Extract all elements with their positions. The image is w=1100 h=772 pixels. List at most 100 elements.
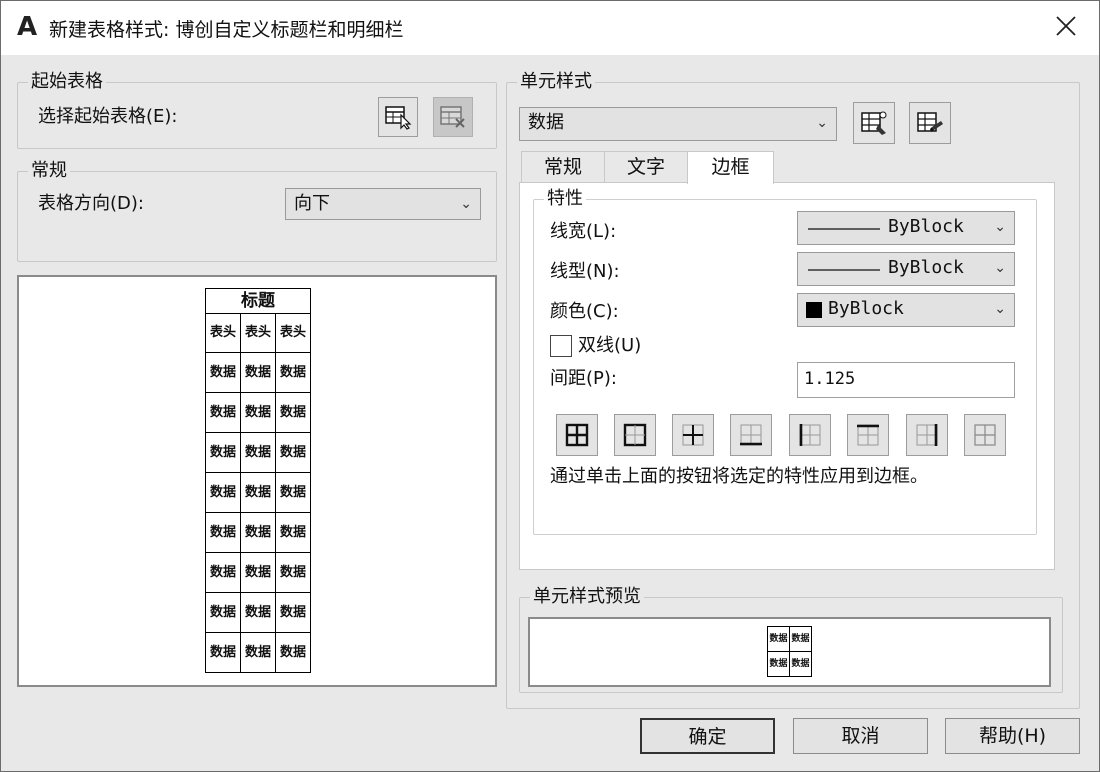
table-direction-value: 向下 <box>294 193 330 214</box>
general-group-label: 常规 <box>28 159 70 183</box>
lineweight-select[interactable]: ByBlock ⌄ <box>797 211 1015 245</box>
new-cell-style-icon <box>861 111 887 135</box>
data-cell: 数据 <box>205 392 241 433</box>
tab-text[interactable]: 文字 <box>604 151 688 183</box>
color-swatch <box>806 302 822 318</box>
linetype-value: ByBlock <box>888 257 964 278</box>
data-cell: 数据 <box>240 392 276 433</box>
manage-cell-styles-icon <box>917 112 943 132</box>
data-cell: 数据 <box>205 472 241 513</box>
start-table-group-label: 起始表格 <box>28 70 106 94</box>
autocad-app-icon: A <box>17 12 38 42</box>
close-icon <box>1056 16 1076 36</box>
color-select[interactable]: ByBlock ⌄ <box>797 293 1015 327</box>
remove-start-table-button[interactable] <box>433 97 473 137</box>
left-border-icon <box>799 424 821 446</box>
manage-cell-styles-button[interactable] <box>909 102 951 144</box>
table-preview-data-rows: 数据 数据 数据 数据 数据 数据 数据 数据 数据 数据 数据 数据 数据 数据 数据 数据 数据 数据 数据 数据… <box>205 352 311 673</box>
select-table-icon <box>385 106 412 130</box>
cell-style-group-label: 单元样式 <box>517 70 595 94</box>
table-preview-grid: 标题 表头 表头 表头 数据 数据 数据 数据 数据 数据 数据 数据 数据 数据 数据 数据 数据 数据… <box>205 288 311 673</box>
table-direction-select[interactable]: 向下 ⌄ <box>285 188 481 220</box>
tab-label: 常规 <box>543 156 582 178</box>
create-cell-style-button[interactable] <box>853 102 895 144</box>
cell-style-value: 数据 <box>528 112 564 133</box>
no-border-button[interactable] <box>964 414 1006 456</box>
inside-borders-button[interactable] <box>672 414 714 456</box>
no-border-icon <box>974 424 996 446</box>
data-cell: 数据 <box>275 632 311 673</box>
tab-border[interactable]: 边框 <box>687 151 774 184</box>
table-preview: 标题 表头 表头 表头 数据 数据 数据 数据 数据 数据 数据 数据 数据 数据 数据 数据 数据 数据… <box>17 275 497 687</box>
data-cell: 数据 <box>205 552 241 593</box>
right-border-button[interactable] <box>906 414 948 456</box>
lineweight-label: 线宽(L): <box>550 221 617 242</box>
spacing-value: 1.125 <box>804 369 856 389</box>
data-cell: 数据 <box>275 552 311 593</box>
table-preview-data-row: 数据 数据 数据 <box>205 432 311 473</box>
tab-general[interactable]: 常规 <box>521 151 605 183</box>
table-preview-data-row: 数据 数据 数据 <box>205 592 311 633</box>
data-cell: 数据 <box>205 352 241 393</box>
data-cell: 数据 <box>240 432 276 473</box>
lineweight-value: ByBlock <box>888 216 964 237</box>
cell-style-preview-grid: 数据 数据 数据 数据 <box>767 626 812 677</box>
table-preview-header-row: 表头 表头 表头 <box>205 313 311 353</box>
data-cell: 数据 <box>240 552 276 593</box>
select-start-table-label: 选择起始表格(E): <box>38 106 178 127</box>
line-sample-icon <box>808 269 880 271</box>
cancel-button[interactable]: 取消 <box>793 718 928 754</box>
data-cell: 数据 <box>205 512 241 553</box>
preview-cell: 数据 <box>767 651 790 677</box>
data-cell: 数据 <box>240 512 276 553</box>
inside-borders-icon <box>682 424 704 446</box>
all-borders-icon <box>565 423 589 447</box>
close-button[interactable] <box>1051 11 1081 41</box>
chevron-down-icon: ⌄ <box>460 196 472 212</box>
outside-borders-button[interactable] <box>614 414 656 456</box>
table-preview-data-row: 数据 数据 数据 <box>205 352 311 393</box>
all-borders-button[interactable] <box>556 414 598 456</box>
header-cell: 表头 <box>275 313 311 353</box>
left-border-button[interactable] <box>789 414 831 456</box>
data-cell: 数据 <box>275 592 311 633</box>
bottom-border-button[interactable] <box>730 414 772 456</box>
data-cell: 数据 <box>240 352 276 393</box>
data-cell: 数据 <box>240 632 276 673</box>
data-cell: 数据 <box>205 432 241 473</box>
header-cell: 表头 <box>240 313 276 353</box>
data-cell: 数据 <box>205 632 241 673</box>
top-border-icon <box>857 424 879 446</box>
cell-style-select[interactable]: 数据 ⌄ <box>519 107 837 141</box>
table-preview-data-row: 数据 数据 数据 <box>205 552 311 593</box>
linetype-select[interactable]: ByBlock ⌄ <box>797 252 1015 286</box>
data-cell: 数据 <box>275 392 311 433</box>
preview-cell: 数据 <box>767 626 790 652</box>
chevron-down-icon: ⌄ <box>994 301 1006 317</box>
chevron-down-icon: ⌄ <box>994 260 1006 276</box>
chevron-down-icon: ⌄ <box>994 219 1006 235</box>
window-title: 新建表格样式: 博创自定义标题栏和明细栏 <box>49 19 404 41</box>
line-sample-icon <box>808 228 880 230</box>
header-cell: 表头 <box>205 313 241 353</box>
preview-cell: 数据 <box>789 651 812 677</box>
title-bar: A 新建表格样式: 博创自定义标题栏和明细栏 <box>1 1 1099 55</box>
table-preview-data-row: 数据 数据 数据 <box>205 472 311 513</box>
data-cell: 数据 <box>240 592 276 633</box>
table-style-dialog: A 新建表格样式: 博创自定义标题栏和明细栏 起始表格 选择起始表格(E): 常… <box>0 0 1100 772</box>
remove-table-icon <box>440 106 465 128</box>
data-cell: 数据 <box>275 472 311 513</box>
properties-group-label: 特性 <box>544 187 586 211</box>
data-cell: 数据 <box>275 352 311 393</box>
select-start-table-button[interactable] <box>378 97 418 137</box>
color-value: ByBlock <box>828 298 904 319</box>
help-button[interactable]: 帮助(H) <box>945 718 1080 754</box>
ok-button[interactable]: 确定 <box>640 718 775 754</box>
double-line-label: 双线(U) <box>578 335 642 356</box>
spacing-input[interactable]: 1.125 <box>797 362 1015 398</box>
double-line-checkbox[interactable] <box>550 335 572 357</box>
linetype-label: 线型(N): <box>550 261 620 282</box>
chevron-down-icon: ⌄ <box>816 115 828 131</box>
top-border-button[interactable] <box>847 414 889 456</box>
start-table-group: 起始表格 选择起始表格(E): <box>17 70 497 149</box>
